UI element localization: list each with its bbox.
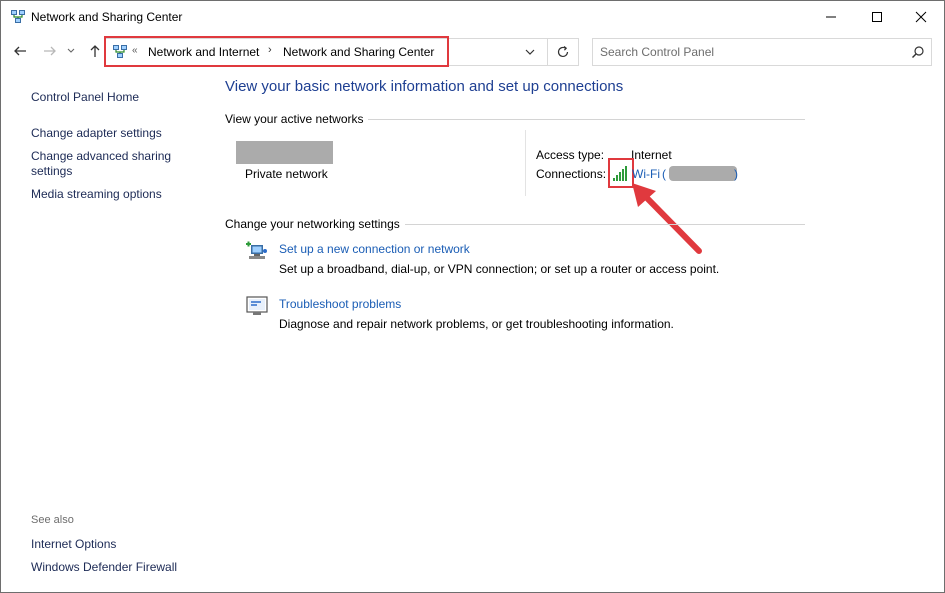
minimize-icon bbox=[826, 16, 836, 17]
access-type-label: Access type: bbox=[536, 148, 605, 162]
close-icon bbox=[915, 11, 927, 22]
network-sharing-center-window: Network and Sharing Center « Network and… bbox=[0, 0, 945, 593]
forward-button[interactable] bbox=[39, 40, 61, 62]
arrow-right-icon bbox=[44, 46, 56, 56]
section-divider bbox=[368, 119, 805, 120]
troubleshoot-problems-link[interactable]: Troubleshoot problems bbox=[279, 297, 401, 311]
troubleshoot-icon bbox=[246, 296, 268, 315]
see-also-label: See also bbox=[31, 514, 74, 526]
connections-label: Connections: bbox=[536, 167, 607, 181]
chevron-down-icon bbox=[67, 48, 75, 53]
wifi-ssid-redacted bbox=[669, 166, 737, 181]
wifi-paren-open: ( bbox=[662, 167, 666, 181]
setup-new-connection-desc: Set up a broadband, dial-up, or VPN conn… bbox=[279, 262, 720, 276]
wifi-connection-link[interactable]: Wi-Fi bbox=[632, 167, 660, 181]
annotation-arrow bbox=[632, 183, 702, 254]
maximize-button[interactable] bbox=[854, 1, 900, 32]
section-divider bbox=[405, 224, 805, 225]
title-bar[interactable]: Network and Sharing Center bbox=[1, 1, 944, 32]
network-name-redacted bbox=[236, 141, 333, 164]
change-settings-label: Change your networking settings bbox=[225, 217, 400, 231]
windows-defender-firewall-link[interactable]: Windows Defender Firewall bbox=[31, 560, 177, 574]
setup-new-connection-link[interactable]: Set up a new connection or network bbox=[279, 242, 470, 256]
internet-options-link[interactable]: Internet Options bbox=[31, 537, 116, 551]
search-icon[interactable] bbox=[911, 45, 925, 59]
back-button[interactable] bbox=[9, 40, 31, 62]
network-divider bbox=[525, 130, 526, 196]
close-button[interactable] bbox=[898, 1, 944, 32]
wifi-paren-close: ) bbox=[734, 167, 738, 181]
address-highlight-box bbox=[104, 36, 449, 67]
page-title: View your basic network information and … bbox=[225, 78, 624, 95]
arrow-up-icon bbox=[90, 45, 100, 57]
search-placeholder: Search Control Panel bbox=[600, 45, 715, 59]
window-title: Network and Sharing Center bbox=[31, 10, 183, 24]
up-button[interactable] bbox=[84, 40, 106, 62]
network-category-link[interactable]: Private network bbox=[245, 167, 328, 181]
address-divider bbox=[547, 39, 548, 65]
refresh-icon[interactable] bbox=[554, 43, 572, 61]
arrow-left-icon bbox=[14, 46, 26, 56]
new-connection-icon bbox=[246, 241, 267, 259]
control-panel-home-link[interactable]: Control Panel Home bbox=[31, 90, 139, 104]
minimize-button[interactable] bbox=[808, 1, 854, 32]
change-adapter-settings-link[interactable]: Change adapter settings bbox=[31, 126, 162, 140]
network-icon bbox=[11, 10, 25, 23]
chevron-down-icon[interactable] bbox=[523, 45, 537, 59]
media-streaming-options-link[interactable]: Media streaming options bbox=[31, 187, 162, 201]
active-networks-label: View your active networks bbox=[225, 112, 364, 126]
recent-locations-button[interactable] bbox=[63, 40, 79, 62]
maximize-icon bbox=[872, 11, 882, 22]
access-type-value: Internet bbox=[631, 148, 672, 162]
change-advanced-sharing-settings-link[interactable]: Change advanced sharing settings bbox=[31, 149, 191, 179]
troubleshoot-problems-desc: Diagnose and repair network problems, or… bbox=[279, 317, 674, 331]
